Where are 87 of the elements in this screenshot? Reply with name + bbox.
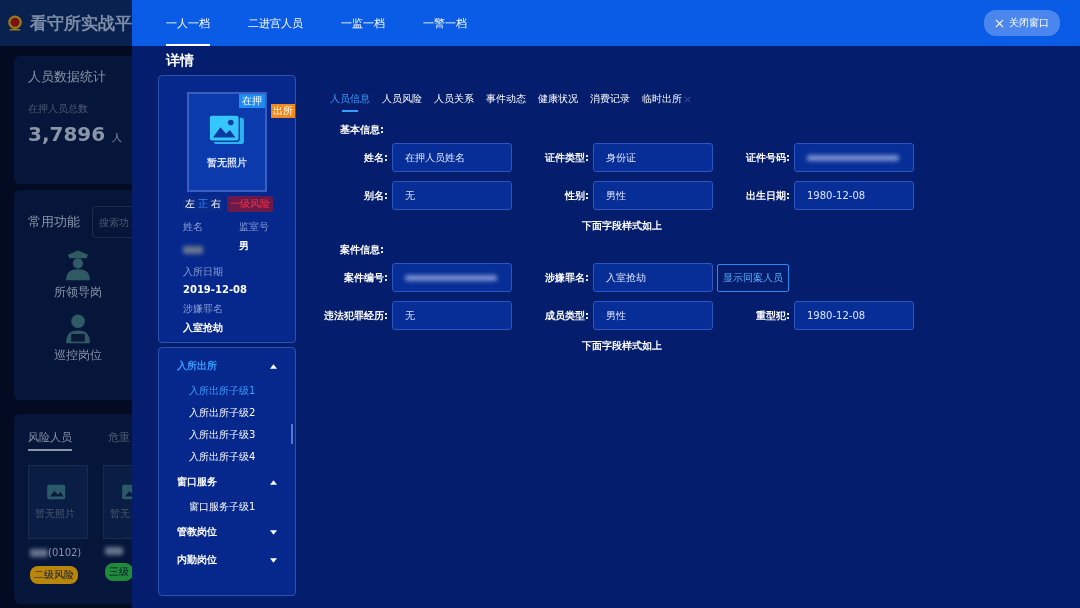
- tab[interactable]: 一人一档: [166, 0, 210, 46]
- field-label: 证件类型:: [544, 150, 590, 165]
- stat-unit: 人: [112, 132, 123, 143]
- tab[interactable]: 人员信息: [330, 92, 370, 112]
- caret-icon: [270, 363, 277, 369]
- tab[interactable]: 健康状况: [538, 92, 578, 112]
- note-text: 下面字段样式如上: [580, 339, 663, 353]
- note-text: 下面字段样式如上: [580, 219, 663, 233]
- view-option[interactable]: 左: [184, 197, 195, 211]
- image-icon: [208, 114, 246, 146]
- tab[interactable]: 临时出所: [642, 92, 682, 112]
- person-id: (0102): [48, 547, 82, 558]
- input-field[interactable]: 男性: [593, 181, 713, 210]
- input-field[interactable]: 入室抢劫: [593, 263, 713, 292]
- view-option[interactable]: 右: [210, 197, 221, 211]
- caret-icon: [270, 529, 277, 535]
- field-value: 2019-12-08: [183, 284, 248, 295]
- close-button[interactable]: 关闭窗口: [984, 10, 1060, 36]
- field-label: 证件号码:: [745, 150, 791, 165]
- field-label: 重型犯:: [755, 308, 791, 323]
- menu-group[interactable]: 管教岗位: [159, 518, 295, 546]
- risk-badge: 一级风险: [226, 196, 273, 212]
- field-label: 涉嫌罪名: [183, 302, 224, 316]
- field-label: 入所日期: [183, 265, 224, 279]
- input-field[interactable]: 男性: [593, 301, 713, 330]
- section-title: 基本信息:: [340, 123, 385, 137]
- redacted-text: [105, 547, 123, 555]
- card-title: 常用功能: [28, 213, 80, 231]
- tab[interactable]: 风险人员: [28, 430, 72, 451]
- risk-badge: 三级: [105, 563, 132, 581]
- field-label: 成员类型:: [544, 308, 590, 323]
- field-label: 姓名: [183, 220, 204, 234]
- field-label: 涉嫌罪名:: [544, 270, 590, 285]
- stat-value: 3,7896: [28, 122, 106, 146]
- tab[interactable]: 消费记录: [590, 92, 630, 112]
- no-photo-text: 暂无照片: [207, 156, 247, 170]
- field-value: 入室抢劫: [183, 321, 224, 335]
- field-label: 出生日期:: [745, 188, 791, 203]
- input-field[interactable]: 无: [392, 301, 512, 330]
- scrollbar[interactable]: [291, 424, 293, 444]
- input-field[interactable]: 在押人员姓名: [392, 143, 512, 172]
- app-title: 看守所实战平: [30, 11, 132, 35]
- redacted-text: [30, 548, 48, 557]
- input-field[interactable]: 无: [392, 181, 512, 210]
- redacted-text: [183, 246, 203, 254]
- caret-icon: [270, 479, 277, 485]
- menu-group[interactable]: 入所出所: [159, 352, 295, 380]
- stat-label: 在押人员总数: [28, 102, 89, 116]
- field-label: 姓名:: [363, 150, 389, 165]
- close-icon[interactable]: [684, 95, 691, 103]
- status-badge: 出所: [271, 104, 295, 118]
- tab[interactable]: 事件动态: [486, 92, 526, 112]
- field-value: 男: [239, 239, 250, 253]
- menu-item[interactable]: 入所出所子级2: [159, 402, 295, 424]
- risk-badge: 二级风险: [30, 566, 78, 584]
- input-field[interactable]: 身份证: [593, 143, 713, 172]
- panel-title: 详情: [166, 52, 195, 70]
- tab[interactable]: 一警一档: [423, 0, 467, 46]
- function-label[interactable]: 巡控岗位: [54, 347, 102, 364]
- input-field[interactable]: 1980-12-08: [794, 301, 914, 330]
- menu-item[interactable]: 入所出所子级1: [159, 380, 295, 402]
- tab[interactable]: 人员关系: [434, 92, 474, 112]
- show-related-button[interactable]: 显示同案人员: [717, 263, 789, 292]
- field-label: 违法犯罪经历:: [323, 308, 389, 323]
- search-field[interactable]: 搜索功: [92, 206, 132, 238]
- input-field[interactable]: [392, 263, 512, 292]
- status-badge: 在押: [239, 94, 265, 108]
- field-label: 别名:: [363, 188, 389, 203]
- section-title: 案件信息:: [340, 243, 385, 257]
- tab[interactable]: 人员风险: [382, 92, 422, 112]
- input-field[interactable]: 1980-12-08: [794, 181, 914, 210]
- field-label: 案件编号:: [343, 270, 389, 285]
- close-icon: [995, 18, 1004, 28]
- view-option[interactable]: 正: [197, 197, 208, 211]
- menu-group[interactable]: 内勤岗位: [159, 546, 295, 574]
- function-label[interactable]: 所领导岗: [54, 284, 102, 301]
- menu-item[interactable]: 窗口服务子级1: [159, 496, 295, 518]
- menu-group[interactable]: 窗口服务: [159, 468, 295, 496]
- field-label: 监室号: [239, 220, 270, 234]
- caret-icon: [270, 557, 277, 563]
- menu-item[interactable]: 入所出所子级3: [159, 424, 295, 446]
- input-field[interactable]: [794, 143, 914, 172]
- tab[interactable]: 二进宫人员: [248, 0, 303, 46]
- card-title: 人员数据统计: [28, 68, 107, 86]
- menu-item[interactable]: 入所出所子级4: [159, 446, 295, 468]
- field-label: 性别:: [563, 188, 590, 203]
- tab[interactable]: 一监一档: [341, 0, 385, 46]
